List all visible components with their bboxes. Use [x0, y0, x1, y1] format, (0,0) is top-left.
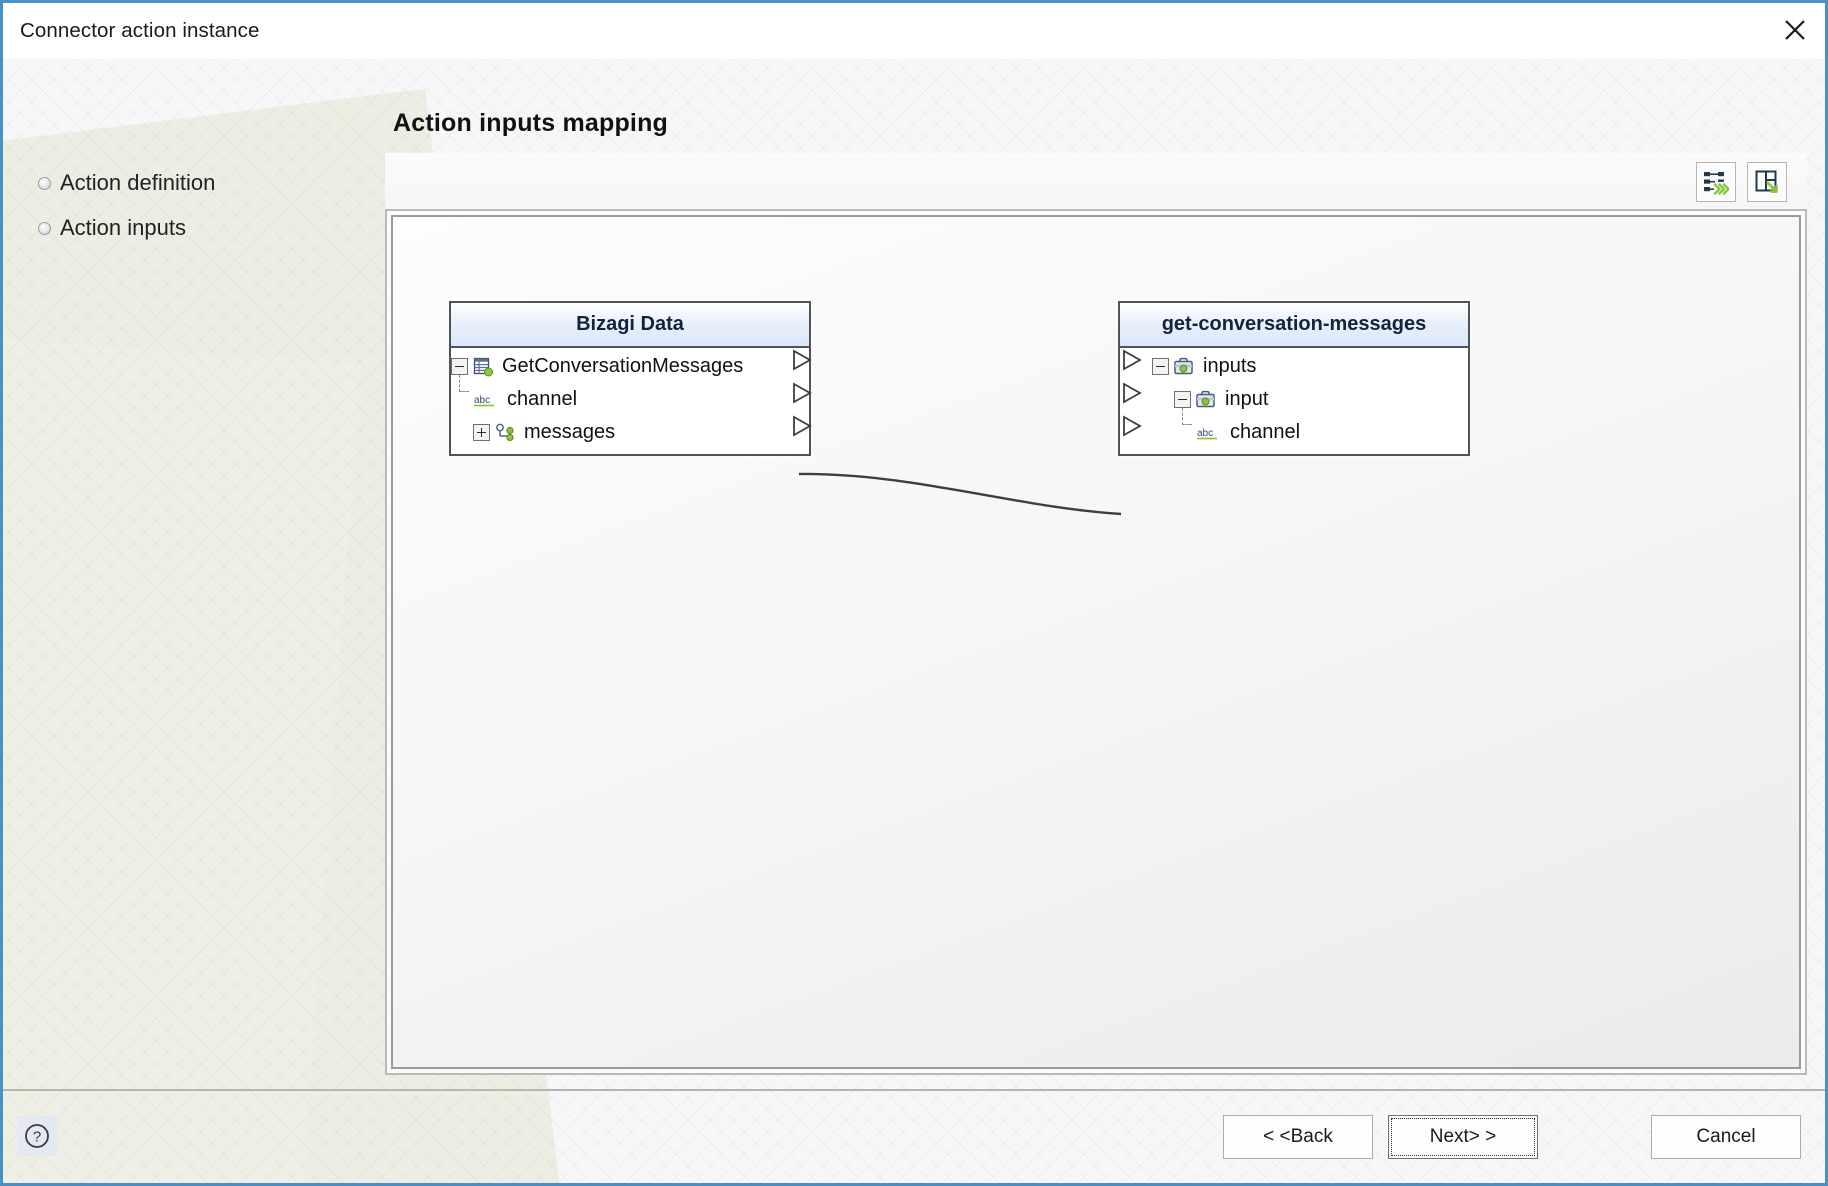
- port-in-2[interactable]: [1123, 415, 1142, 437]
- close-icon: [1785, 20, 1805, 40]
- row-label: messages: [524, 421, 616, 443]
- back-button[interactable]: < <Back: [1223, 1115, 1373, 1159]
- briefcase-icon: [1173, 357, 1195, 377]
- target-node-rows: inputs input abc channel: [1120, 348, 1468, 454]
- svg-text:abc: abc: [474, 395, 490, 406]
- abc-icon: abc: [472, 391, 498, 409]
- help-icon: ?: [25, 1124, 49, 1148]
- window-title: Connector action instance: [20, 19, 260, 42]
- main-content: Action inputs mapping Bizagi Data GetCon…: [385, 59, 1825, 1091]
- port-in-0[interactable]: [1123, 349, 1142, 371]
- svg-text:?: ?: [33, 1129, 41, 1146]
- fit-layout-icon: [1755, 170, 1778, 193]
- table-row[interactable]: GetConversationMessages: [451, 350, 809, 383]
- sidebar-item-action-definition[interactable]: Action definition: [38, 168, 385, 198]
- table-row[interactable]: abc channel: [451, 375, 809, 416]
- table-row[interactable]: abc channel: [1152, 408, 1468, 449]
- table-row[interactable]: input: [1152, 383, 1468, 416]
- row-label: input: [1225, 388, 1269, 410]
- source-node-title: Bizagi Data: [451, 303, 809, 348]
- cancel-button[interactable]: Cancel: [1651, 1115, 1801, 1159]
- table-row[interactable]: inputs: [1152, 350, 1468, 383]
- expander-expand-icon[interactable]: [473, 424, 490, 441]
- entity-icon: [472, 357, 494, 377]
- source-ports: [793, 349, 812, 437]
- cancel-button-label: Cancel: [1696, 1126, 1756, 1147]
- port-out-0[interactable]: [793, 349, 812, 371]
- briefcase-icon: [1195, 390, 1217, 410]
- mapping-canvas[interactable]: Bizagi Data GetConversationMessages abc …: [391, 215, 1801, 1069]
- step-bullet-icon: [38, 176, 51, 190]
- abc-icon: abc: [1195, 424, 1221, 442]
- close-button[interactable]: [1765, 3, 1825, 57]
- mapping-toolbar: [385, 153, 1807, 209]
- port-out-2[interactable]: [793, 415, 812, 437]
- expander-collapse-icon[interactable]: [1152, 358, 1169, 375]
- target-ports: [1123, 349, 1142, 437]
- row-label: channel: [507, 388, 578, 410]
- collection-icon: [494, 423, 516, 443]
- mapping-canvas-frame: Bizagi Data GetConversationMessages abc …: [385, 209, 1807, 1075]
- dialog-window: Connector action instance Action definit…: [0, 0, 1828, 1186]
- port-out-1[interactable]: [793, 382, 812, 404]
- table-row[interactable]: messages: [451, 416, 809, 449]
- fit-layout-button[interactable]: [1747, 162, 1787, 202]
- expander-collapse-icon[interactable]: [1174, 391, 1191, 408]
- target-node-title: get-conversation-messages: [1120, 303, 1468, 348]
- mapping-link[interactable]: [798, 472, 1122, 516]
- title-bar: Connector action instance: [3, 3, 1825, 59]
- wizard-steps-sidebar: Action definition Action inputs: [3, 59, 385, 1091]
- row-label: channel: [1230, 421, 1301, 443]
- source-node-rows: GetConversationMessages abc channel mess…: [451, 348, 809, 454]
- port-in-1[interactable]: [1123, 382, 1142, 404]
- row-label: inputs: [1203, 355, 1257, 377]
- page-title: Action inputs mapping: [393, 109, 669, 137]
- sidebar-item-action-inputs[interactable]: Action inputs: [38, 213, 385, 243]
- back-button-label: < <Back: [1263, 1126, 1333, 1147]
- next-button-label: Next> >: [1429, 1126, 1497, 1147]
- help-button[interactable]: ?: [17, 1116, 57, 1156]
- step-bullet-icon: [38, 221, 51, 235]
- expander-collapse-icon[interactable]: [451, 358, 468, 375]
- next-button[interactable]: Next> >: [1388, 1115, 1538, 1159]
- footer-bar: ? < <Back Next> > Cancel: [3, 1091, 1825, 1183]
- auto-map-icon: [1704, 172, 1729, 195]
- svg-text:abc: abc: [1197, 428, 1213, 439]
- sidebar-item-label: Action definition: [60, 170, 216, 195]
- row-label: GetConversationMessages: [502, 355, 744, 377]
- sidebar-item-label: Action inputs: [60, 215, 186, 240]
- target-node[interactable]: get-conversation-messages inputs input a…: [1118, 301, 1470, 456]
- auto-map-button[interactable]: [1696, 162, 1736, 202]
- source-node[interactable]: Bizagi Data GetConversationMessages abc …: [449, 301, 812, 456]
